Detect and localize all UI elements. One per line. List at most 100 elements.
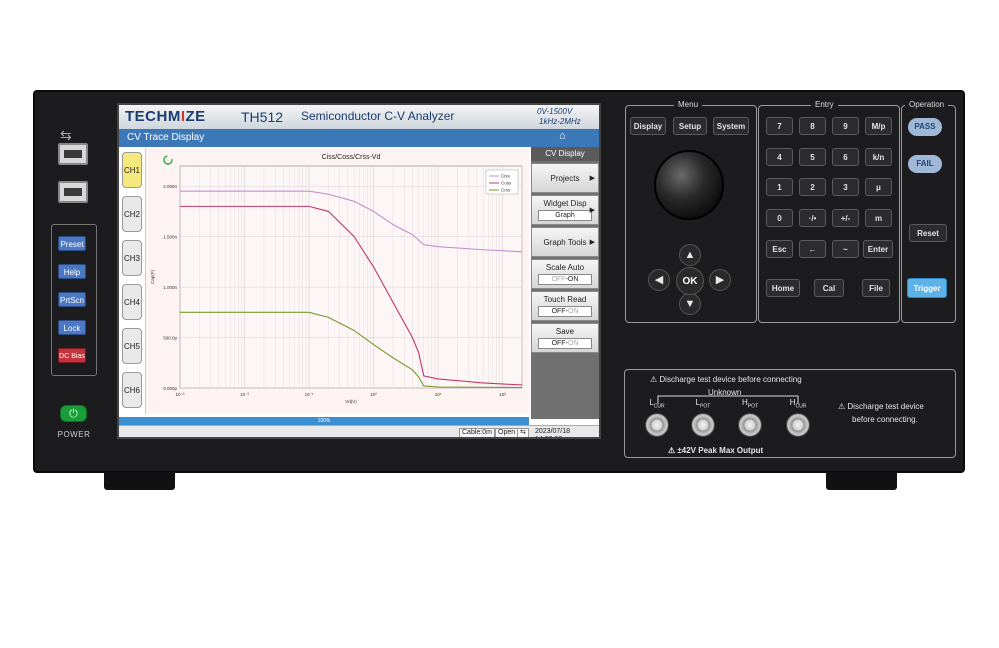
- reset-button[interactable]: Reset: [909, 224, 947, 242]
- save-toggle[interactable]: Save OFF-ON: [531, 323, 599, 353]
- channel-tab-ch6[interactable]: CH6: [122, 372, 142, 408]
- help-button[interactable]: Help: [58, 264, 86, 279]
- sidebar-header: CV Display: [531, 147, 599, 161]
- lcd-screen: TECHMIZE TH512 Semiconductor C-V Analyze…: [117, 103, 601, 439]
- lock-button[interactable]: Lock: [58, 320, 86, 335]
- channel-tab-ch2[interactable]: CH2: [122, 196, 142, 232]
- nav-down-button[interactable]: ▼: [679, 293, 701, 315]
- legend-label-coss: Coss: [501, 181, 512, 186]
- x-tick-label: 10²: [499, 392, 506, 397]
- display-button[interactable]: Display: [630, 117, 666, 135]
- ok-button[interactable]: OK: [676, 267, 704, 295]
- x-axis-label: Vd(V): [345, 399, 357, 404]
- projects-button[interactable]: Projects ▶: [531, 163, 599, 193]
- key-plus-minus[interactable]: +/-: [832, 209, 859, 227]
- peak-output-warning: ⚠ ±42V Peak Max Output: [668, 446, 764, 455]
- key-6[interactable]: 6: [832, 148, 859, 166]
- backspace-icon[interactable]: ←: [799, 240, 826, 258]
- chart-title: Ciss/Coss/Crss-Vd: [322, 154, 381, 161]
- lpot-bnc-connector[interactable]: [691, 413, 715, 437]
- key-m[interactable]: m: [865, 209, 892, 227]
- setup-button[interactable]: Setup: [673, 117, 707, 135]
- discharge-warning-side-1: ⚠ Discharge test device: [838, 402, 924, 411]
- enter-button[interactable]: Enter: [863, 240, 893, 258]
- y-tick-label: 500.0p: [163, 336, 177, 341]
- file-button[interactable]: File: [862, 279, 890, 297]
- nav-right-button[interactable]: ▶: [709, 269, 731, 291]
- tilde-button[interactable]: ~: [832, 240, 859, 258]
- hpot-bnc-connector[interactable]: [738, 413, 762, 437]
- key-mu[interactable]: μ: [865, 178, 892, 196]
- plot-frame: [179, 165, 523, 389]
- caret-right-icon: ▶: [589, 175, 595, 182]
- key-1[interactable]: 1: [766, 178, 793, 196]
- y-tick-label: 1.500n: [163, 235, 177, 240]
- discharge-warning-side-2: before connecting.: [852, 415, 918, 424]
- cal-button[interactable]: Cal: [814, 279, 844, 297]
- hcur-label: HCUR: [789, 398, 807, 410]
- save-state: OFF-ON: [538, 338, 592, 349]
- key-9[interactable]: 9: [832, 117, 859, 135]
- rotary-knob[interactable]: [654, 150, 724, 220]
- usb-port-1[interactable]: [58, 143, 88, 165]
- hpot-label: HPOT: [741, 398, 759, 410]
- x-tick-label: 10⁻¹: [305, 392, 314, 397]
- cable-length: Cable:0m: [459, 428, 495, 437]
- power-button[interactable]: ⏻: [60, 405, 87, 422]
- datetime: 2023/07/18 14:02:02: [535, 428, 571, 437]
- key-5[interactable]: 5: [799, 148, 826, 166]
- entry-panel-title: Entry: [811, 100, 838, 109]
- channel-tab-ch3[interactable]: CH3: [122, 240, 142, 276]
- preset-button[interactable]: Preset: [58, 236, 86, 251]
- power-label: POWER: [57, 430, 91, 439]
- nav-left-button[interactable]: ◀: [648, 269, 670, 291]
- progress-bar: 100%: [119, 417, 529, 425]
- channel-tab-ch1[interactable]: CH1: [122, 152, 142, 188]
- scale-auto-toggle[interactable]: Scale Auto OFF-ON: [531, 259, 599, 289]
- operation-panel-title: Operation: [905, 100, 949, 109]
- key-decimal[interactable]: ·/•: [799, 209, 826, 227]
- refresh-icon: [163, 155, 173, 165]
- channel-tab-ch4[interactable]: CH4: [122, 284, 142, 320]
- x-tick-label: 10¹: [435, 392, 442, 397]
- widget-disp-button[interactable]: Widget Disp ▶ Graph: [531, 195, 599, 225]
- key-m-p[interactable]: M/p: [865, 117, 892, 135]
- home-button[interactable]: Home: [766, 279, 800, 297]
- graph-tools-label: Graph Tools: [543, 238, 587, 247]
- touch-read-label: Touch Read: [543, 295, 587, 304]
- key-k-n[interactable]: k/n: [865, 148, 892, 166]
- touch-read-toggle[interactable]: Touch Read OFF-ON: [531, 291, 599, 321]
- usb-icon: ⇆: [60, 127, 72, 143]
- graph-tools-button[interactable]: Graph Tools ▶: [531, 227, 599, 257]
- page-title: CV Trace Display: [127, 132, 205, 143]
- key-3[interactable]: 3: [832, 178, 859, 196]
- home-icon[interactable]: ⌂: [559, 130, 575, 145]
- esc-button[interactable]: Esc: [766, 240, 793, 258]
- product-name: Semiconductor C-V Analyzer: [301, 109, 455, 123]
- lcur-label: LCUR: [649, 398, 665, 410]
- touch-read-state: OFF-ON: [538, 306, 592, 317]
- nav-up-button[interactable]: ▲: [679, 244, 701, 266]
- key-0[interactable]: 0: [766, 209, 793, 227]
- title-bar: CV Trace Display ⌂: [119, 129, 599, 147]
- legend-label-ciss: Ciss: [501, 174, 510, 179]
- channel-tab-ch5[interactable]: CH5: [122, 328, 142, 364]
- y-tick-label: 0.000p: [163, 386, 177, 391]
- hcur-bnc-connector[interactable]: [786, 413, 810, 437]
- key-4[interactable]: 4: [766, 148, 793, 166]
- legend-label-crss: Crss: [501, 188, 511, 193]
- dc-bias-button[interactable]: DC Bias: [58, 348, 86, 363]
- system-button[interactable]: System: [713, 117, 749, 135]
- cv-trace-plot[interactable]: 0.000p 500.0p 1.000n 1.500n 2.000n 10⁻³ 10⁻² 10…: [145, 148, 529, 414]
- x-tick-label: 10⁻³: [176, 392, 185, 397]
- lcur-bnc-connector[interactable]: [645, 413, 669, 437]
- key-7[interactable]: 7: [766, 117, 793, 135]
- open-status: Open: [495, 428, 519, 437]
- usb-port-2[interactable]: [58, 181, 88, 203]
- key-2[interactable]: 2: [799, 178, 826, 196]
- trigger-button[interactable]: Trigger: [907, 278, 947, 298]
- softkey-sidebar: CV Display Projects ▶ Widget Disp ▶ Graph …: [531, 147, 599, 419]
- prtscn-button[interactable]: PrtScn: [58, 292, 86, 307]
- key-8[interactable]: 8: [799, 117, 826, 135]
- usb-status-icon: ⇆: [517, 428, 529, 437]
